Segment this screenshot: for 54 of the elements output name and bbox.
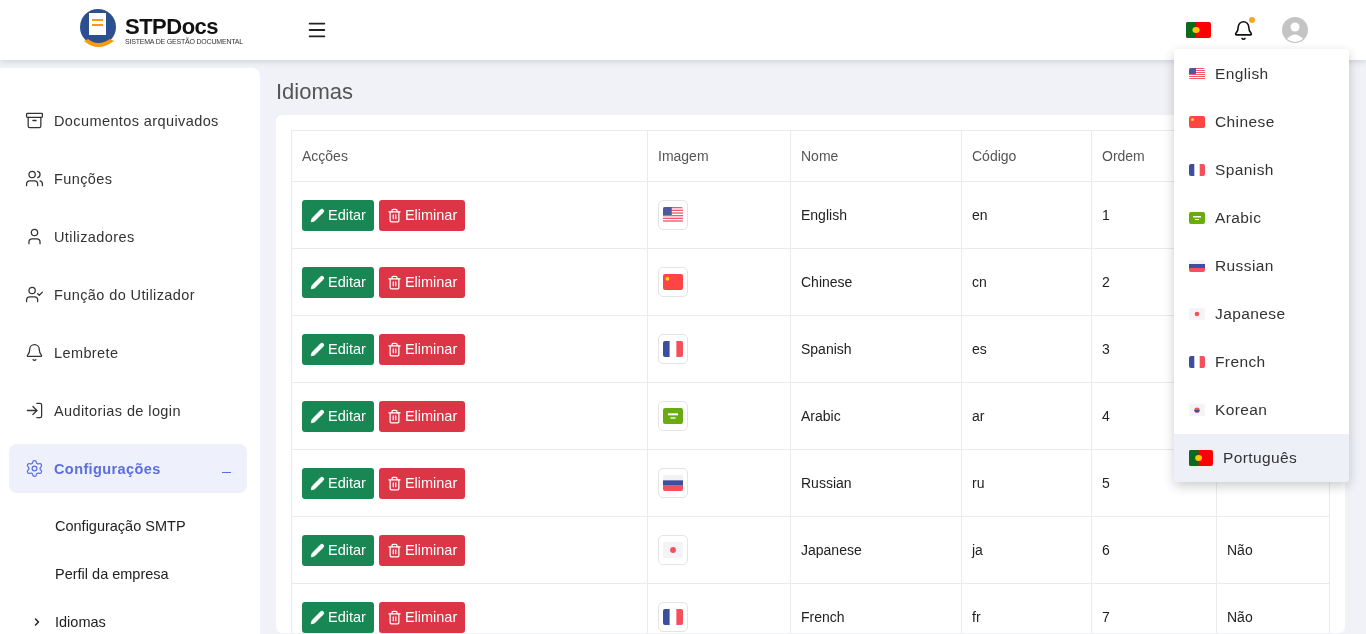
edit-button[interactable]: Editar (302, 601, 374, 633)
table-cell: English (790, 181, 962, 249)
language-option[interactable]: Russian (1174, 242, 1349, 290)
brand-name: STPDocs (125, 15, 220, 38)
sidebar-item[interactable]: Função do Utilizador (9, 270, 247, 319)
column-header: Código (961, 130, 1092, 182)
edit-button[interactable]: Editar (302, 400, 374, 432)
delete-button[interactable]: Eliminar (378, 467, 466, 499)
sidebar-item[interactable]: Auditorias de login (9, 386, 247, 435)
sidebar-item[interactable]: Utilizadores (9, 212, 247, 261)
submenu-item[interactable]: Perfil da empresa (0, 550, 260, 598)
table-cell: cn (961, 248, 1092, 316)
sidebar-item[interactable]: Documentos arquivados (9, 96, 247, 145)
edit-button[interactable]: Editar (302, 467, 374, 499)
language-option[interactable]: French (1174, 338, 1349, 386)
language-option[interactable]: Chinese (1174, 98, 1349, 146)
language-option[interactable]: Spanish (1174, 146, 1349, 194)
table-cell: Spanish (790, 315, 962, 383)
delete-button[interactable]: Eliminar (378, 333, 466, 365)
table-cell: ar (961, 382, 1092, 450)
table-cell: Não (1227, 542, 1253, 558)
table-cell: Chinese (790, 248, 962, 316)
column-header: Nome (790, 130, 962, 182)
table-cell: ru (961, 449, 1092, 517)
language-option[interactable]: Português (1174, 434, 1349, 482)
delete-button[interactable]: Eliminar (378, 601, 466, 633)
table-cell: en (961, 181, 1092, 249)
sidebar-item[interactable]: Funções (9, 154, 247, 203)
table-cell: Russian (790, 449, 962, 517)
edit-button[interactable]: Editar (302, 534, 374, 566)
column-header: Imagem (647, 130, 791, 182)
delete-button[interactable]: Eliminar (378, 400, 466, 432)
sidebar-item[interactable]: Lembrete (9, 328, 247, 377)
language-option[interactable]: English (1174, 50, 1349, 98)
table-cell: es (961, 315, 1092, 383)
table-cell: Não (1227, 609, 1253, 625)
delete-button[interactable]: Eliminar (378, 199, 466, 231)
page-title: Idiomas (276, 79, 355, 105)
table-cell: ja (961, 516, 1092, 584)
table-cell: 6 (1091, 516, 1217, 584)
language-option[interactable]: Japanese (1174, 290, 1349, 338)
sidebar-item[interactable]: Configurações (9, 444, 247, 493)
delete-button[interactable]: Eliminar (378, 534, 466, 566)
table-cell: Japanese (790, 516, 962, 584)
delete-button[interactable]: Eliminar (378, 266, 466, 298)
table-cell: Arabic (790, 382, 962, 450)
edit-button[interactable]: Editar (302, 333, 374, 365)
language-option[interactable]: Arabic (1174, 194, 1349, 242)
submenu-item[interactable]: Idiomas (0, 598, 260, 634)
submenu-item[interactable]: Configuração SMTP (0, 502, 260, 550)
language-option[interactable]: Korean (1174, 386, 1349, 434)
edit-button[interactable]: Editar (302, 199, 374, 231)
edit-button[interactable]: Editar (302, 266, 374, 298)
column-header: Acções (291, 130, 648, 182)
